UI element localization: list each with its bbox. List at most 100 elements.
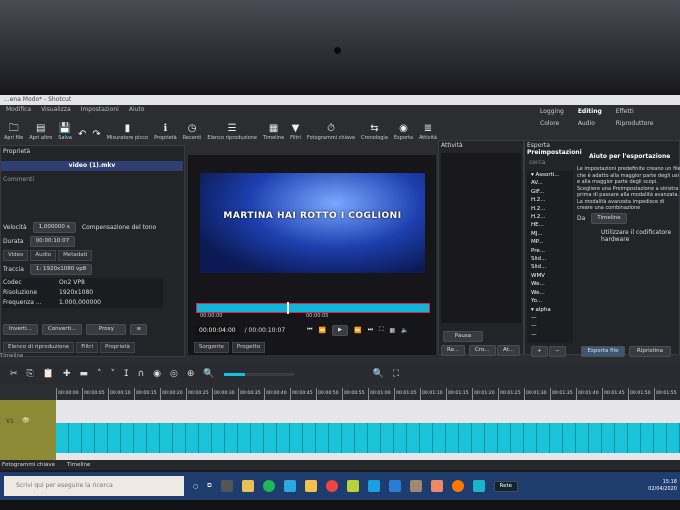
preset-item[interactable]: Pre... [531, 247, 573, 255]
preset-item[interactable]: WMV [531, 272, 573, 280]
convert-button[interactable]: Converti... [41, 324, 83, 335]
remove-preset-button[interactable]: − [549, 346, 566, 357]
rewind-icon[interactable]: ⏪ [319, 327, 326, 334]
preset-search[interactable]: cerca [529, 159, 545, 166]
preset-item[interactable]: We... [531, 289, 573, 297]
zoom-slider[interactable] [223, 372, 294, 376]
word-icon[interactable] [388, 480, 401, 492]
jobs-button-2[interactable]: Cro... [469, 345, 496, 356]
preset-item[interactable]: H.2... [531, 213, 573, 221]
track-header[interactable]: V1 👁 [0, 400, 56, 460]
menu-modifica[interactable]: Modifica [6, 105, 31, 115]
zoom-out-icon[interactable]: 🔍 [203, 369, 214, 379]
hardware-encoder-checkbox[interactable]: Utilizzare il codificatore hardware [601, 229, 679, 243]
steam-icon[interactable] [367, 480, 380, 492]
preset-item[interactable]: Yo... [531, 297, 573, 305]
timecode-field[interactable]: 00:00:04:00 [196, 325, 239, 335]
cortana-icon[interactable]: ○ [193, 483, 198, 490]
app-icon[interactable] [283, 480, 296, 492]
track-select[interactable]: 1: 1920x1080 vp8 [29, 264, 93, 275]
volume-icon[interactable]: 🔈 [401, 327, 408, 334]
tab-timeline[interactable]: Timeline [67, 460, 90, 470]
split-icon[interactable]: ⵊ [124, 369, 129, 379]
layout-riproduttore[interactable]: Riproduttore [616, 120, 654, 127]
remove-icon[interactable]: ▬ [80, 369, 89, 379]
append-icon[interactable]: ✚ [63, 369, 71, 379]
preset-item[interactable]: AV... [531, 179, 573, 187]
explorer-icon[interactable] [304, 480, 317, 492]
preset-item[interactable]: GIF... [531, 188, 573, 196]
app-icon[interactable] [346, 480, 359, 492]
layout-logging[interactable]: Logging [540, 108, 564, 115]
from-select[interactable]: Timeline [591, 213, 627, 224]
speed-spinner[interactable]: 1,000000 x [32, 222, 76, 233]
tab-metadati[interactable]: Metadati [58, 250, 93, 261]
grid-icon[interactable]: ▦ [389, 327, 395, 334]
ripple-icon[interactable]: ◎ [170, 369, 178, 379]
toolbar-clock-button[interactable]: ◷ Recenti [183, 123, 202, 143]
preset-item[interactable]: MJ... [531, 230, 573, 238]
preset-list[interactable]: ▾ Assorti... AV... GIF... H.2... H.2... H.2..… [527, 171, 573, 343]
play-icon[interactable]: ▶ [332, 324, 349, 336]
preset-item[interactable]: — [531, 314, 573, 322]
cut-icon[interactable]: ✂ [10, 369, 18, 379]
preset-item[interactable]: Slid... [531, 263, 573, 271]
preset-item[interactable]: We... [531, 280, 573, 288]
jobs-button-1[interactable]: Re... [441, 345, 466, 356]
store-icon[interactable] [241, 480, 254, 492]
timeline-ruler[interactable]: 00:00:00 00:00:05 00:00:10 00:00:15 00:00:20… [56, 388, 680, 400]
lift-icon[interactable]: ˄ [97, 369, 102, 379]
layout-colore[interactable]: Colore [540, 120, 564, 127]
app-icon[interactable] [220, 480, 233, 492]
menu-visualizza[interactable]: Visualizza [41, 105, 71, 115]
app-icon[interactable] [409, 480, 422, 492]
taskbar-search[interactable]: Scrivi qui per eseguire la ricerca [4, 476, 184, 496]
tab-keyframes[interactable]: Fotogrammi chiave [2, 460, 55, 470]
zoom-fit-icon[interactable]: ⛶ [393, 369, 399, 379]
toolbar-folder-button[interactable]: 🗀 Apri file [4, 123, 23, 143]
tab-playlist[interactable]: Elenco di riproduzione [3, 342, 75, 353]
copy-icon[interactable]: ⎘ [27, 369, 34, 379]
firefox-icon[interactable] [451, 480, 464, 492]
tab-video[interactable]: Video [3, 250, 29, 261]
network-badge[interactable]: Rete [493, 480, 519, 492]
layout-editing[interactable]: Editing [578, 108, 602, 115]
tab-properties[interactable]: Proprietà [99, 342, 135, 353]
pause-button[interactable]: Pausa [443, 331, 483, 342]
preset-item[interactable]: H.2... [531, 196, 573, 204]
app-icon[interactable] [430, 480, 443, 492]
jobs-button-3[interactable]: At... [497, 345, 521, 356]
toolbar-timeline-button[interactable]: ▦ Timeline [263, 123, 284, 143]
fast-forward-icon[interactable]: ⏩ [354, 327, 361, 334]
tab-filters[interactable]: Filtri [76, 342, 98, 353]
menu-icon[interactable]: ≡ [130, 324, 148, 335]
tab-source[interactable]: Sorgente [194, 342, 229, 353]
toolbar-filter-button[interactable]: ▼ Filtri [290, 123, 301, 143]
toolbar-undo-button[interactable]: ↶ [78, 129, 86, 143]
toolbar-history-button[interactable]: ⇆ Cronologia [361, 123, 388, 143]
toolbar-jobs-button[interactable]: ≣ Attività [419, 123, 437, 143]
toolbar-export-button[interactable]: ◉ Esporta [394, 123, 413, 143]
clock[interactable]: 15:18 02/04/2020 [648, 479, 680, 493]
overwrite-icon[interactable]: ˅ [111, 369, 116, 379]
preset-item[interactable]: Slid... [531, 255, 573, 263]
proxy-button[interactable]: Proxy [86, 324, 127, 335]
add-preset-button[interactable]: + [531, 346, 548, 357]
toolbar-redo-button[interactable]: ↷ [92, 129, 100, 143]
toolbar-save-button[interactable]: 💾 Salva [58, 123, 72, 143]
shotcut-icon[interactable] [472, 480, 485, 492]
zoom-fit-icon[interactable]: ⛶ [379, 326, 383, 334]
toolbar-info-button[interactable]: ℹ Proprietà [154, 123, 177, 143]
skip-start-icon[interactable]: ⏮ [307, 326, 312, 334]
scrub-icon[interactable]: ◉ [153, 369, 161, 379]
tab-project[interactable]: Progetto [231, 342, 266, 353]
preset-item[interactable]: ▾ Assorti... [531, 171, 573, 179]
preset-item[interactable]: — [531, 331, 573, 339]
preset-item[interactable]: — [531, 322, 573, 330]
tab-audio[interactable]: Audio [30, 250, 57, 261]
zoom-in-icon[interactable]: 🔍 [373, 369, 384, 379]
export-file-button[interactable]: Esporta file [581, 346, 625, 357]
menu-aiuto[interactable]: Aiuto [129, 105, 145, 115]
preset-item[interactable]: MP... [531, 238, 573, 246]
layout-effetti[interactable]: Effetti [616, 108, 654, 115]
